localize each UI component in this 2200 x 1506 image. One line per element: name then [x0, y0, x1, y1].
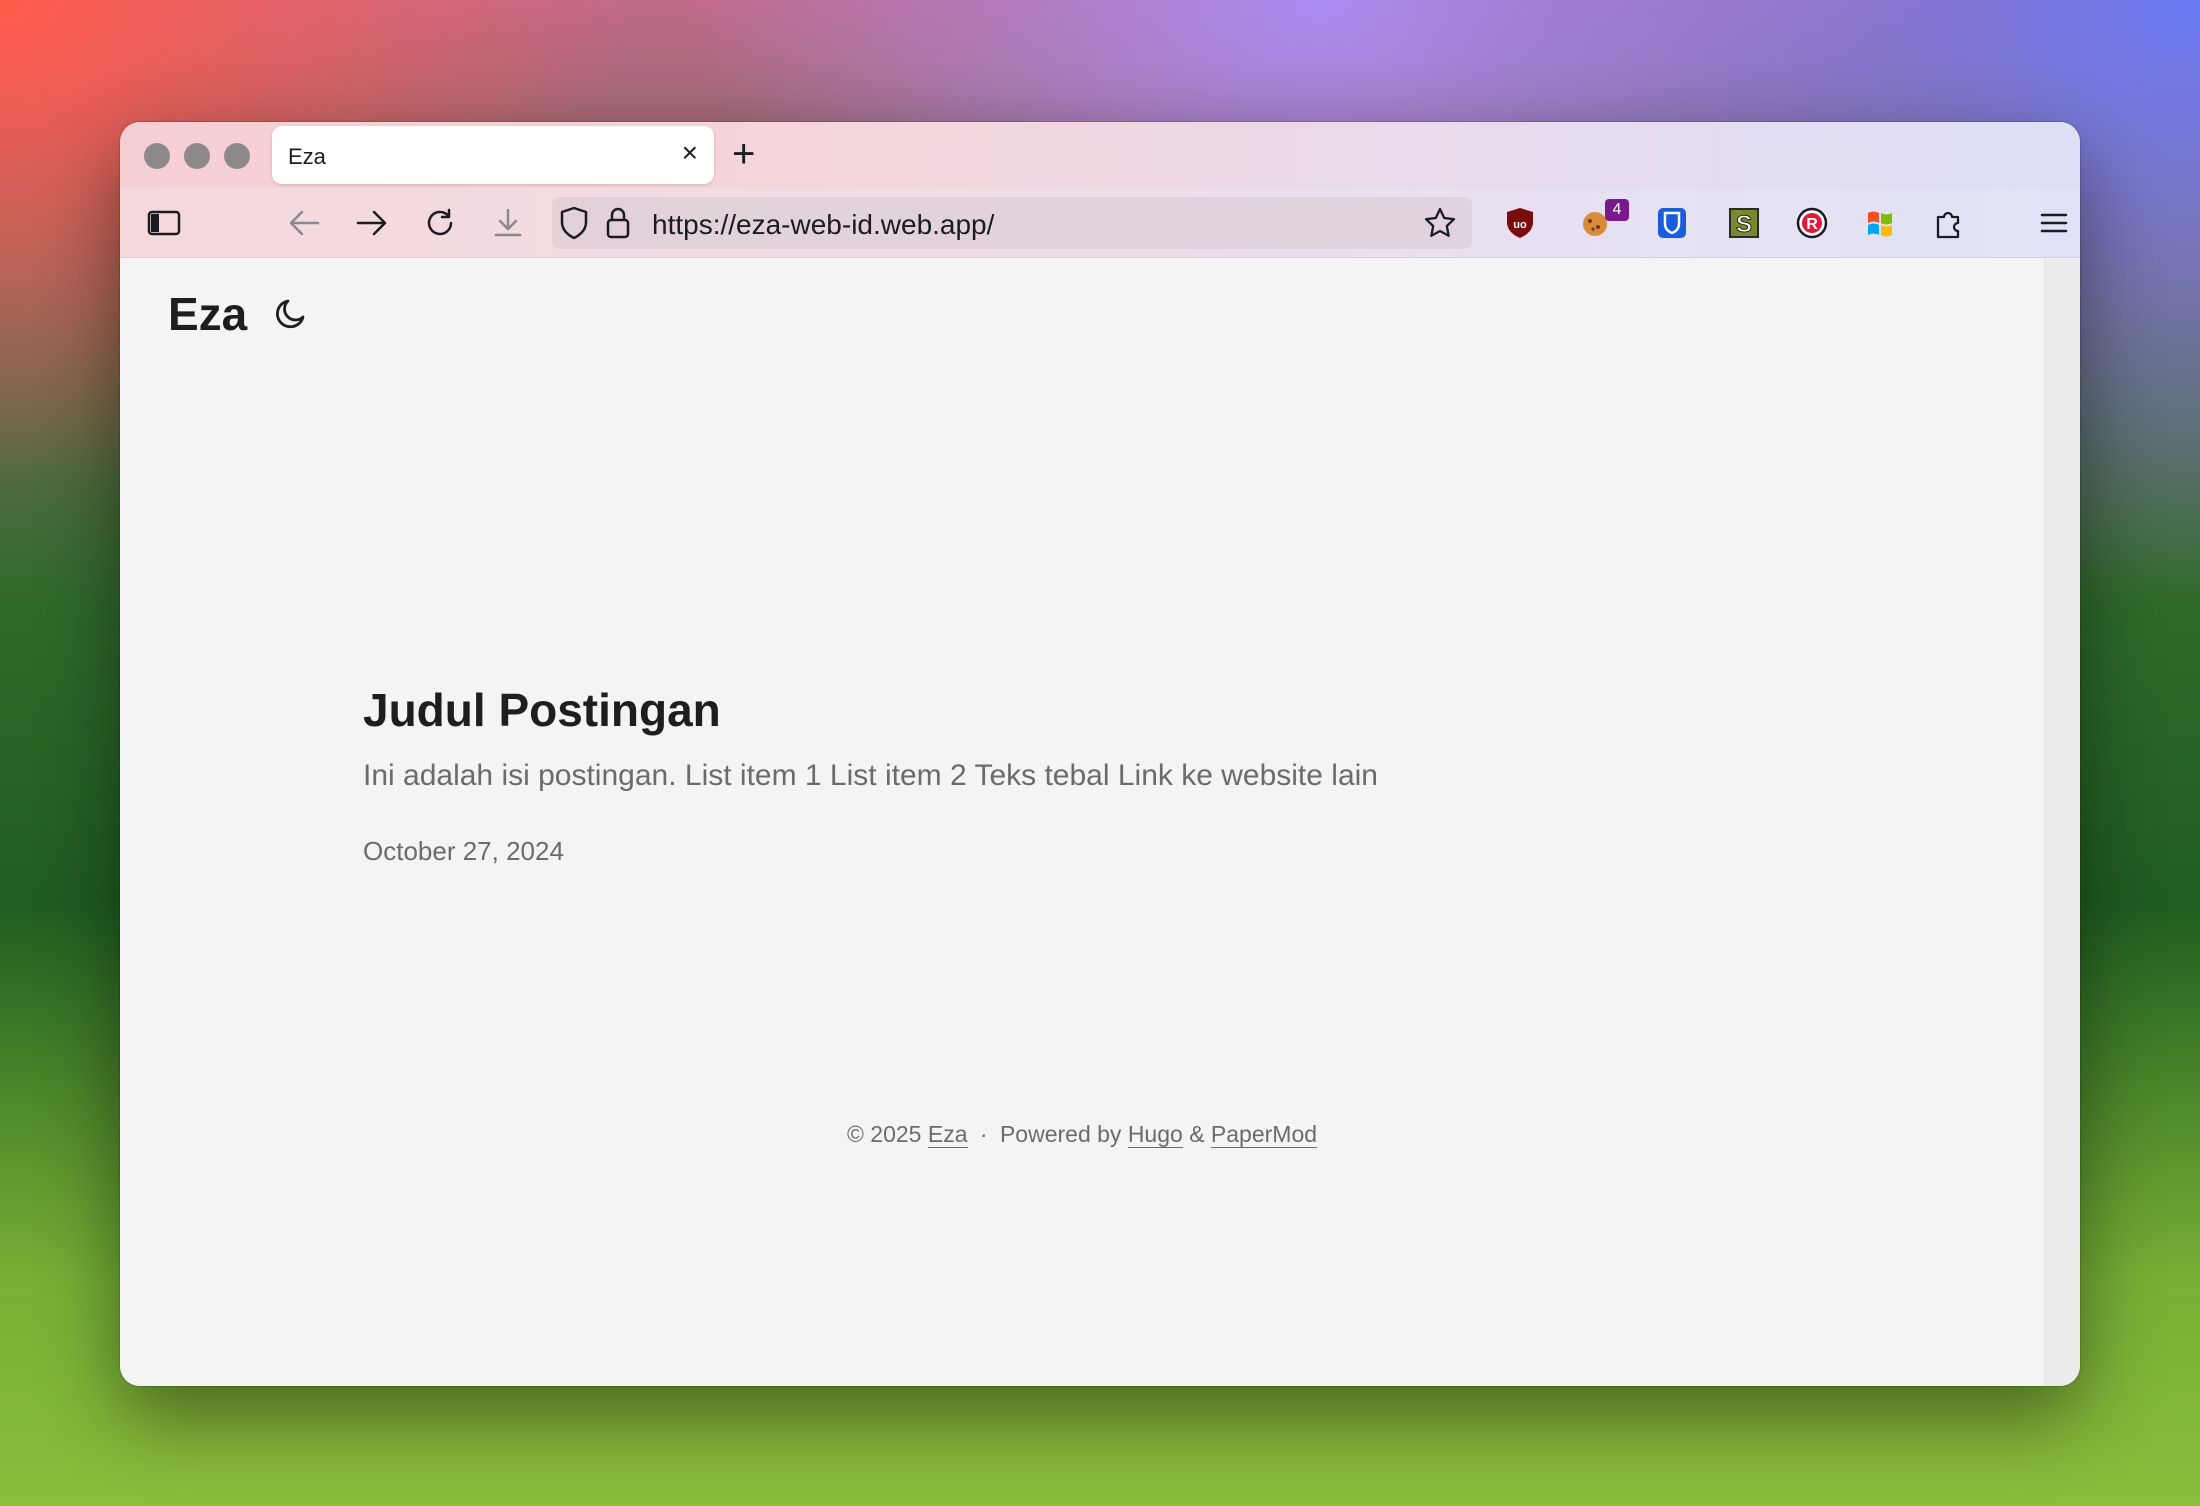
zoom-window-button[interactable]: [224, 143, 250, 169]
extensions-puzzle-icon[interactable]: [1930, 205, 1966, 241]
hamburger-menu-icon[interactable]: [2036, 205, 2072, 241]
stylus-icon[interactable]: S: [1726, 205, 1762, 241]
forward-arrow-icon[interactable]: [354, 205, 390, 241]
scrollbar[interactable]: [2044, 259, 2080, 1386]
close-window-button[interactable]: [144, 143, 170, 169]
back-arrow-icon[interactable]: [286, 205, 322, 241]
ublock-origin-icon[interactable]: uo: [1502, 205, 1538, 241]
post-date: October 27, 2024: [363, 836, 564, 866]
windows-logo-icon[interactable]: [1863, 205, 1899, 241]
site-logo[interactable]: Eza: [168, 287, 247, 341]
hugo-link[interactable]: Hugo: [1127, 1121, 1183, 1148]
ampersand-text: &: [1189, 1121, 1205, 1147]
bookmark-star-icon[interactable]: [1422, 205, 1458, 241]
tab-title: Eza: [288, 144, 326, 169]
minimize-window-button[interactable]: [184, 143, 210, 169]
footer-site-link[interactable]: Eza: [927, 1121, 968, 1148]
svg-text:uo: uo: [1513, 219, 1527, 231]
url-text: https://eza-web-id.web.app/: [652, 209, 995, 240]
extension-badge: 4: [1605, 199, 1629, 221]
tab-eza[interactable]: Eza ×: [272, 126, 714, 184]
powered-by-text: Powered by: [999, 1121, 1122, 1147]
tab-close-icon[interactable]: ×: [682, 138, 698, 168]
copyright-text: © 2025: [846, 1121, 922, 1147]
papermod-link[interactable]: PaperMod: [1210, 1121, 1318, 1148]
lock-icon[interactable]: [600, 205, 636, 241]
svg-text:S: S: [1736, 211, 1752, 238]
moon-icon[interactable]: [273, 295, 309, 331]
cookie-extension-icon[interactable]: 4: [1577, 199, 1629, 241]
address-bar[interactable]: https://eza-web-id.web.app/: [552, 197, 1472, 249]
browser-window: Eza × + https://eza-web-id.web.app/ uo 4…: [120, 122, 2080, 1386]
title-bar: Eza × +: [120, 122, 2080, 188]
navigation-toolbar: https://eza-web-id.web.app/ uo 4 S R: [120, 188, 2080, 258]
footer: © 2025 Eza · Powered by Hugo & PaperMod: [120, 1121, 2044, 1148]
page-content: Eza Judul Postingan Ini adalah isi posti…: [120, 259, 2044, 1386]
footer-separator: ·: [979, 1121, 988, 1147]
reload-icon[interactable]: [422, 205, 458, 241]
post-excerpt: Ini adalah isi postingan. List item 1 Li…: [363, 759, 1378, 792]
bitwarden-icon[interactable]: [1654, 205, 1690, 241]
new-tab-button[interactable]: +: [732, 132, 755, 176]
svg-text:R: R: [1806, 216, 1818, 233]
post-title[interactable]: Judul Postingan: [363, 683, 721, 737]
downloads-icon[interactable]: [490, 205, 526, 241]
sidebar-toggle-icon[interactable]: [146, 205, 182, 241]
shield-icon[interactable]: [556, 205, 592, 241]
r-extension-icon[interactable]: R: [1794, 205, 1830, 241]
